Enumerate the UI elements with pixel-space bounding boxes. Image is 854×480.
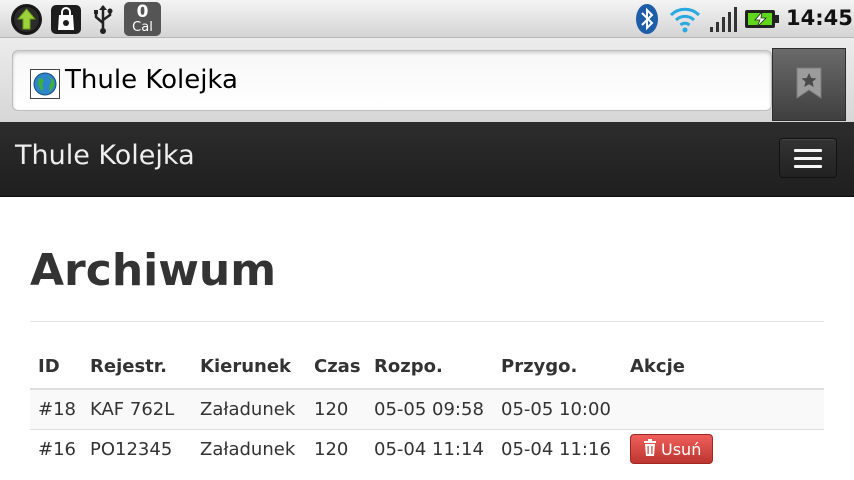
table-row: #18 KAF 762L Załadunek 120 05-05 09:58 0… xyxy=(30,388,824,429)
page-title: Archiwum xyxy=(30,245,277,296)
hamburger-menu-icon xyxy=(794,156,822,160)
brand-link[interactable]: Thule Kolejka xyxy=(15,140,195,171)
cell-start: 05-05 09:58 xyxy=(366,388,493,429)
calendar-icon: 0 Cal xyxy=(124,2,161,36)
column-header-ready: Przygo. xyxy=(493,345,622,390)
cell-start: 05-04 11:14 xyxy=(366,428,493,469)
title-divider xyxy=(30,321,824,322)
cell-actions xyxy=(622,388,824,429)
shopping-bag-icon xyxy=(50,4,82,35)
column-header-start: Rozpo. xyxy=(366,345,493,390)
delete-button[interactable]: Usuń xyxy=(630,434,714,465)
url-field[interactable]: Thule Kolejka xyxy=(12,50,772,111)
cell-actions: Usuń xyxy=(622,428,824,469)
cell-direction: Załadunek xyxy=(192,388,306,429)
signal-icon xyxy=(708,3,738,35)
table-header-row: ID Rejestr. Kierunek Czas Rozpo. Przygo.… xyxy=(30,345,824,390)
table-row: #16 PO12345 Załadunek 120 05-04 11:14 05… xyxy=(30,428,824,469)
hamburger-menu-icon xyxy=(794,164,822,168)
hamburger-menu-icon xyxy=(794,148,822,152)
calendar-label: Cal xyxy=(132,20,153,35)
bluetooth-icon xyxy=(634,3,660,35)
calendar-number: 0 xyxy=(136,2,149,22)
column-header-id: ID xyxy=(30,345,82,390)
battery-charging-icon xyxy=(744,3,780,35)
cell-direction: Załadunek xyxy=(192,428,306,469)
column-header-registration: Rejestr. xyxy=(82,345,192,390)
cell-id: #18 xyxy=(30,388,82,429)
usb-icon xyxy=(90,3,116,35)
cell-time: 120 xyxy=(306,428,366,469)
cell-time: 120 xyxy=(306,388,366,429)
column-header-actions: Akcje xyxy=(622,345,824,390)
column-header-direction: Kierunek xyxy=(192,345,306,390)
browser-toolbar: Thule Kolejka xyxy=(0,38,854,122)
globe-icon xyxy=(30,69,60,99)
status-clock: 14:45 xyxy=(786,6,853,30)
upload-icon xyxy=(11,4,42,35)
site-navbar: Thule Kolejka xyxy=(0,122,854,197)
nav-toggle-button[interactable] xyxy=(779,138,837,178)
column-header-time: Czas xyxy=(306,345,366,390)
cell-ready: 05-04 11:16 xyxy=(493,428,622,469)
archive-table: ID Rejestr. Kierunek Czas Rozpo. Przygo.… xyxy=(30,345,824,469)
status-bar: 0 Cal 14:45 xyxy=(0,0,854,38)
cell-ready: 05-05 10:00 xyxy=(493,388,622,429)
url-text: Thule Kolejka xyxy=(65,65,238,95)
wifi-icon xyxy=(668,3,702,35)
bookmark-star-icon xyxy=(795,66,823,104)
cell-id: #16 xyxy=(30,428,82,469)
cell-registration: KAF 762L xyxy=(82,388,192,429)
bookmark-button[interactable] xyxy=(772,48,846,121)
trash-icon xyxy=(643,438,657,460)
delete-button-label: Usuń xyxy=(661,439,702,459)
cell-registration: PO12345 xyxy=(82,428,192,469)
